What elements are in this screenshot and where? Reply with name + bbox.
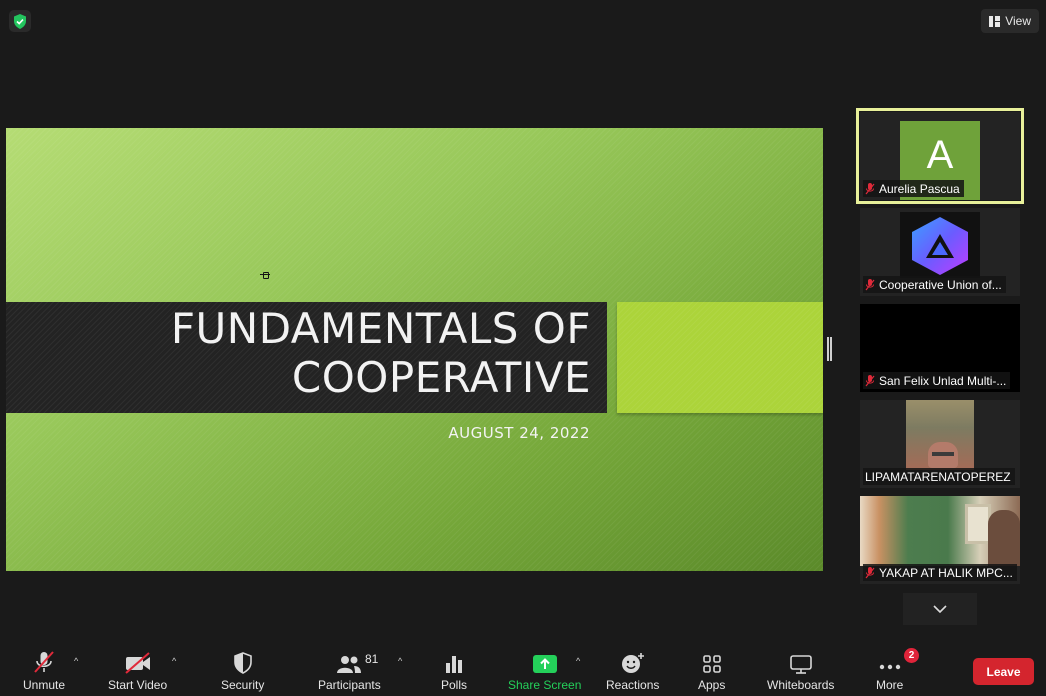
participant-name-tag: Cooperative Union of...	[863, 276, 1006, 293]
whiteboards-button[interactable]: Whiteboards	[767, 650, 834, 692]
chevron-down-icon	[933, 605, 947, 613]
polls-label: Polls	[441, 678, 468, 692]
reactions-button[interactable]: Reactions	[606, 650, 659, 692]
participant-tile-lipamata[interactable]: LIPAMATARENATOPEREZ	[860, 400, 1020, 488]
security-label: Security	[221, 678, 265, 692]
share-screen-label: Share Screen	[508, 678, 582, 692]
view-grid-icon	[989, 15, 1001, 27]
whiteboards-label: Whiteboards	[767, 678, 835, 692]
leave-button[interactable]: Leave	[973, 658, 1034, 685]
slide-title-band: FUNDAMENTALS OF COOPERATIVE	[6, 302, 607, 413]
share-screen-icon	[532, 655, 557, 673]
unmute-button[interactable]: Unmute	[23, 650, 65, 692]
view-label: View	[1005, 14, 1031, 28]
video-off-icon	[124, 652, 150, 674]
participant-tile-san-felix[interactable]: San Felix Unlad Multi-...	[860, 304, 1020, 392]
cooperative-union-logo-icon	[900, 212, 980, 278]
video-options-caret-icon[interactable]: ^	[172, 656, 176, 666]
share-screen-button[interactable]: Share Screen	[508, 650, 581, 692]
participant-tile-yakap[interactable]: YAKAP AT HALIK MPC...	[860, 496, 1020, 584]
slide-title: FUNDAMENTALS OF COOPERATIVE	[170, 304, 591, 402]
polls-button[interactable]: Polls	[441, 650, 467, 692]
muted-mic-icon	[865, 182, 875, 194]
panel-resize-handle[interactable]	[827, 337, 832, 361]
security-button[interactable]: Security	[221, 650, 264, 692]
participants-options-caret-icon[interactable]: ^	[398, 656, 402, 666]
unmute-label: Unmute	[23, 678, 66, 692]
more-button[interactable]: More	[876, 650, 903, 692]
whiteboard-icon	[789, 655, 812, 674]
participant-name: Aurelia Pascua	[879, 181, 960, 196]
polls-chart-icon	[446, 656, 462, 673]
apps-icon	[702, 655, 721, 673]
participant-name: San Felix Unlad Multi-...	[879, 373, 1007, 388]
muted-mic-icon	[865, 566, 875, 578]
participant-name: LIPAMATARENATOPEREZ	[865, 469, 1011, 484]
apps-label: Apps	[698, 678, 726, 692]
encryption-shield-icon[interactable]	[9, 10, 31, 32]
meeting-toolbar: Unmute ^ Start Video ^ Security Particip…	[0, 642, 1046, 696]
start-video-label: Start Video	[108, 678, 168, 692]
muted-mic-icon	[865, 278, 875, 290]
participant-tile-aurelia[interactable]: A Aurelia Pascua	[856, 108, 1024, 204]
participant-name-tag: San Felix Unlad Multi-...	[863, 372, 1011, 389]
more-label: More	[876, 678, 904, 692]
muted-mic-icon	[34, 651, 54, 673]
more-notification-badge: 2	[904, 648, 919, 663]
participants-icon	[337, 656, 362, 673]
participant-video-feed	[860, 496, 1020, 566]
shared-screen-slide: FUNDAMENTALS OF COOPERATIVE AUGUST 24, 2…	[6, 128, 823, 571]
participant-name-tag: LIPAMATARENATOPEREZ	[863, 468, 1015, 485]
participant-tile-cooperative-union[interactable]: Cooperative Union of...	[860, 208, 1020, 296]
share-options-caret-icon[interactable]: ^	[576, 656, 580, 666]
participants-count: 81	[365, 652, 379, 666]
mouse-cursor-icon	[260, 272, 270, 279]
more-dots-icon	[879, 664, 900, 670]
participant-name-tag: Aurelia Pascua	[863, 180, 964, 197]
zoom-meeting-window: View FUNDAMENTALS OF COOPERATIVE AUGUST …	[0, 0, 1046, 696]
apps-button[interactable]: Apps	[698, 650, 725, 692]
participant-video-feed	[906, 400, 974, 470]
reactions-smiley-icon	[621, 653, 644, 673]
view-button[interactable]: View	[981, 9, 1039, 33]
participant-name: YAKAP AT HALIK MPC...	[879, 565, 1013, 580]
participants-label: Participants	[318, 678, 381, 692]
scroll-participants-down-button[interactable]	[903, 593, 977, 625]
slide-accent-block	[617, 302, 823, 413]
start-video-button[interactable]: Start Video	[108, 650, 167, 692]
security-shield-icon	[233, 652, 252, 674]
participant-name-tag: YAKAP AT HALIK MPC...	[863, 564, 1017, 581]
slide-date: AUGUST 24, 2022	[448, 424, 590, 442]
participant-name: Cooperative Union of...	[879, 277, 1002, 292]
audio-options-caret-icon[interactable]: ^	[74, 656, 78, 666]
reactions-label: Reactions	[606, 678, 660, 692]
muted-mic-icon	[865, 374, 875, 386]
